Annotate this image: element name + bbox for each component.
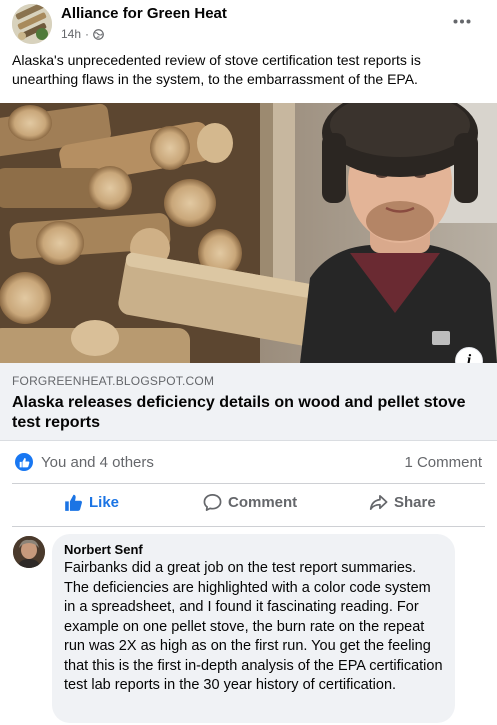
divider [12,526,485,527]
reactions-text[interactable]: You and 4 others [41,454,154,471]
link-title[interactable]: Alaska releases deficiency details on wo… [12,393,482,433]
comment-icon [203,493,222,512]
share-button[interactable]: Share [369,493,436,512]
more-options-icon[interactable] [446,8,478,34]
reactions-summary: You and 4 others 1 Comment [0,441,497,483]
post-timestamp[interactable]: 14h [61,27,81,41]
comment-author[interactable]: Norbert Senf [64,542,443,558]
comment-bubble: Norbert Senf Fairbanks did a great job o… [52,534,455,723]
comment-button[interactable]: Comment [203,493,297,512]
globe-icon [93,28,104,40]
post-actions: Like Comment Share [0,484,497,526]
commenter-avatar[interactable] [13,536,45,568]
share-icon [369,493,388,512]
link-preview-card[interactable]: FORGREENHEAT.BLOGSPOT.COM Alaska release… [0,363,497,441]
share-label: Share [394,494,436,511]
post-meta: 14h · [61,27,104,41]
post-header: Alliance for Green Heat 14h · [0,0,497,46]
like-reaction-icon[interactable] [15,453,33,471]
post-text: Alaska's unprecedented review of stove c… [12,52,421,87]
link-preview-image[interactable] [0,103,497,363]
like-label: Like [89,494,120,511]
comment-text: Fairbanks did a great job on the test re… [64,560,443,693]
link-domain: FORGREENHEAT.BLOGSPOT.COM [12,374,215,388]
meta-separator: · [85,27,90,41]
thumbs-up-icon [64,493,83,512]
like-button[interactable]: Like [64,493,119,512]
page-name[interactable]: Alliance for Green Heat [61,5,227,22]
page-avatar[interactable] [12,4,52,44]
comment-label: Comment [228,494,298,511]
comments-count[interactable]: 1 Comment [404,454,482,471]
